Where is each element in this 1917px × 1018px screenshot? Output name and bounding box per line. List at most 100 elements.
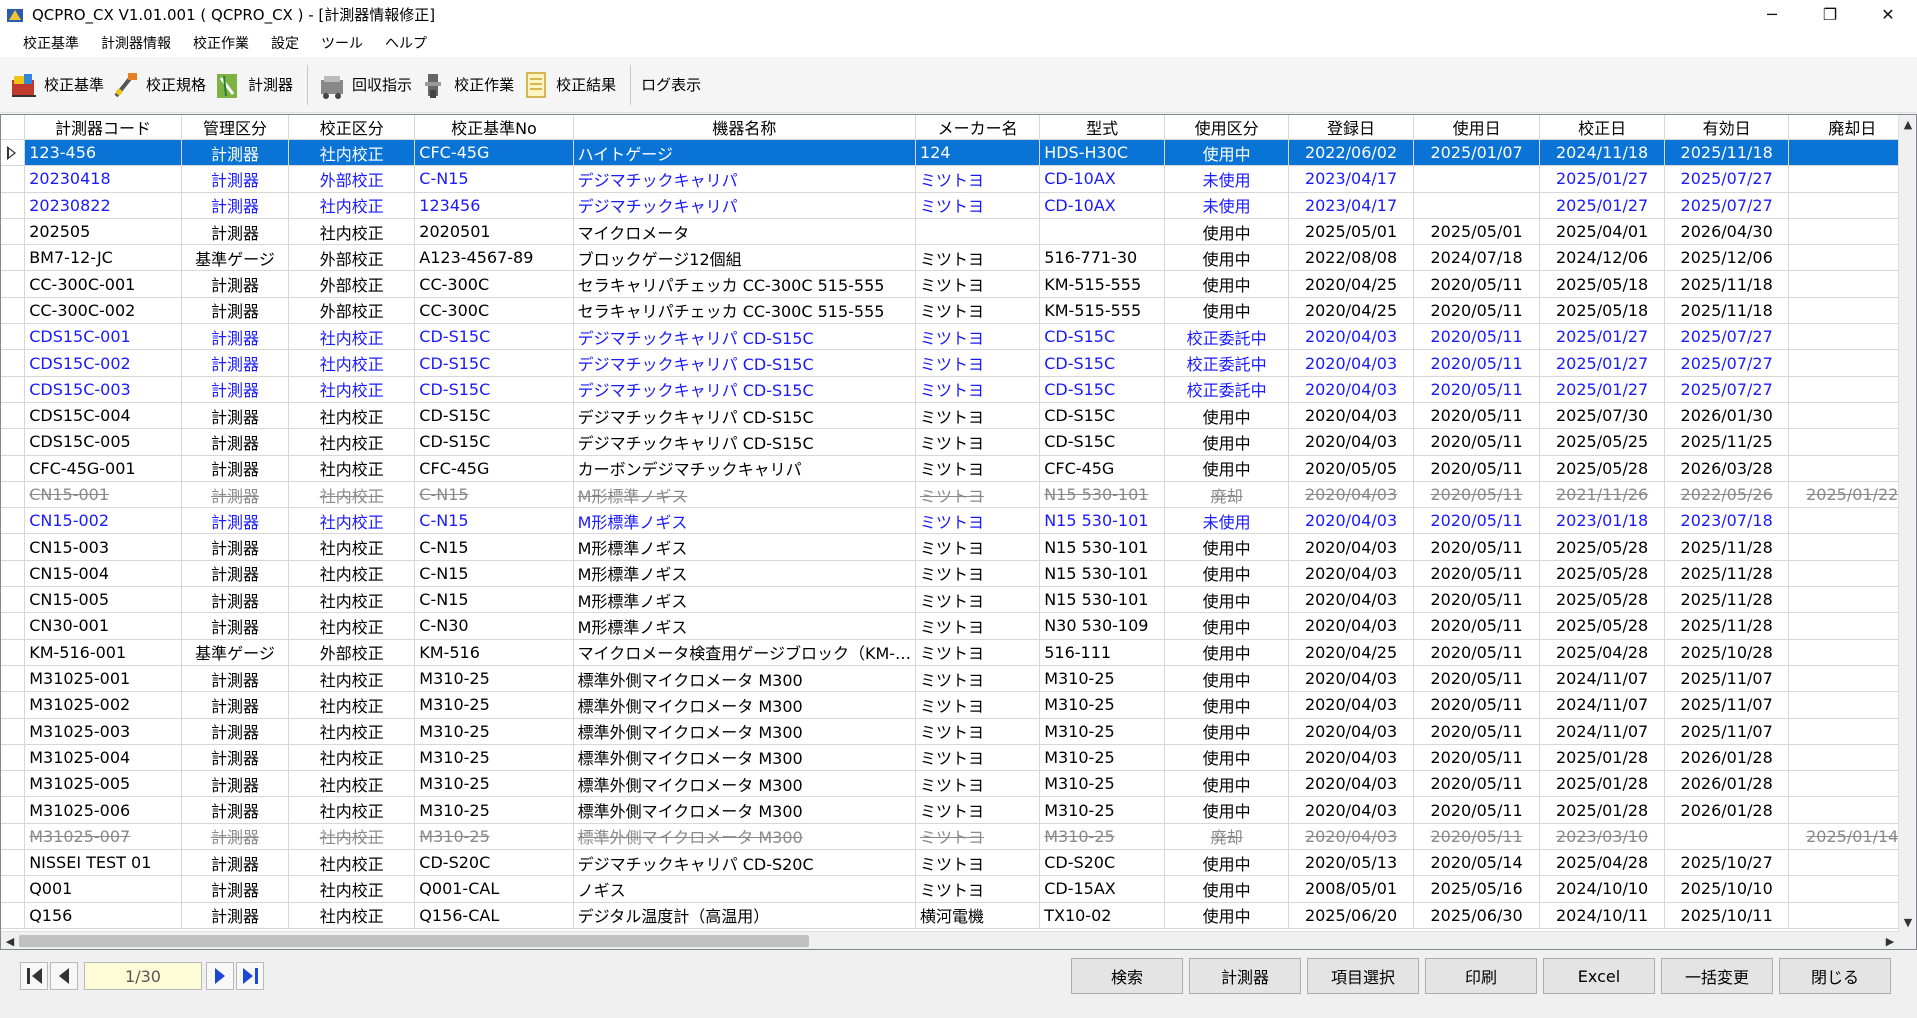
cell-disposal-date[interactable] <box>1788 849 1916 877</box>
cell-standard-no[interactable]: CFC-45G <box>414 139 574 167</box>
cell-expiry-date[interactable]: 2025/11/28 <box>1664 560 1790 588</box>
cell-model[interactable]: KM-515-555 <box>1039 270 1165 298</box>
cell-disposal-date[interactable] <box>1788 507 1916 535</box>
cell-disposal-date[interactable] <box>1788 770 1916 798</box>
cell-use-date[interactable]: 2020/05/11 <box>1413 507 1541 535</box>
cell-standard-no[interactable]: M310-25 <box>414 796 574 824</box>
cell-usage-status[interactable]: 使用中 <box>1164 139 1290 167</box>
cell-expiry-date[interactable]: 2025/07/27 <box>1664 376 1790 403</box>
cell-disposal-date[interactable]: 2025/01/22 <box>1788 481 1916 509</box>
cell-calibration-date[interactable]: 2025/01/27 <box>1539 323 1665 351</box>
cell-maker[interactable]: ミツトヨ <box>915 297 1041 325</box>
cell-use-date[interactable]: 2020/05/11 <box>1413 718 1541 745</box>
cell-model[interactable]: CD-S15C <box>1039 376 1165 403</box>
row-header[interactable] <box>1 376 26 403</box>
table-row[interactable]: CN15-002 計測器 社内校正 C-N15 M形標準ノギス ミツトヨ N15 530-1… <box>1 507 1916 535</box>
cell-expiry-date[interactable]: 2025/11/18 <box>1664 270 1790 298</box>
cell-calibration-date[interactable]: 2025/01/28 <box>1539 796 1665 824</box>
cell-device-name[interactable]: セラキャリパチェッカ CC-300C 515-555 <box>573 270 917 298</box>
cell-use-date[interactable]: 2020/05/11 <box>1413 428 1541 456</box>
cell-device-name[interactable]: ブロックゲージ12個組 <box>573 244 917 272</box>
cell-expiry-date[interactable]: 2025/11/07 <box>1664 665 1790 693</box>
cell-registered-date[interactable]: 2020/04/03 <box>1288 323 1414 351</box>
column-select-button[interactable]: 項目選択 <box>1307 958 1419 994</box>
row-header[interactable] <box>1 297 26 325</box>
cell-expiry-date[interactable]: 2025/11/28 <box>1664 586 1790 614</box>
cell-standard-no[interactable]: CD-S15C <box>414 402 574 430</box>
cell-disposal-date[interactable] <box>1788 796 1916 824</box>
row-header[interactable] <box>1 560 26 588</box>
row-header[interactable] <box>1 139 26 167</box>
instrument-button[interactable]: 計測器 <box>1189 958 1301 994</box>
cell-device-name[interactable]: M形標準ノギス <box>573 560 917 588</box>
cell-calibration-class[interactable]: 社内校正 <box>288 481 416 509</box>
cell-model[interactable]: CD-S15C <box>1039 323 1165 351</box>
cell-model[interactable]: CD-10AX <box>1039 192 1165 219</box>
cell-device-name[interactable]: M形標準ノギス <box>573 481 917 509</box>
menu-instrument-info[interactable]: 計測器情報 <box>90 29 182 57</box>
cell-standard-no[interactable]: C-N15 <box>414 507 574 535</box>
cell-calibration-date[interactable]: 2025/01/27 <box>1539 376 1665 403</box>
cell-model[interactable]: M310-25 <box>1039 691 1165 719</box>
cell-maker[interactable]: ミツトヨ <box>915 402 1041 430</box>
cell-calibration-date[interactable]: 2024/12/06 <box>1539 244 1665 272</box>
cell-expiry-date[interactable]: 2023/07/18 <box>1664 507 1790 535</box>
cell-device-name[interactable]: マイクロメータ <box>573 218 917 246</box>
cell-device-name[interactable]: M形標準ノギス <box>573 533 917 561</box>
table-row[interactable]: M31025-004 計測器 社内校正 M310-25 標準外側マイクロメータ M300… <box>1 744 1916 772</box>
cell-code[interactable]: CN30-001 <box>24 612 182 640</box>
cell-calibration-date[interactable]: 2025/01/28 <box>1539 744 1665 772</box>
cell-model[interactable]: HDS-H30C <box>1039 139 1165 167</box>
cell-calibration-date[interactable]: 2025/01/28 <box>1539 770 1665 798</box>
cell-disposal-date[interactable] <box>1788 665 1916 693</box>
cell-calibration-class[interactable]: 社内校正 <box>288 323 416 351</box>
cell-code[interactable]: M31025-001 <box>24 665 182 693</box>
cell-maker[interactable]: ミツトヨ <box>915 744 1041 772</box>
table-row[interactable]: CC-300C-001 計測器 外部校正 CC-300C セラキャリパチェッカ CC-3… <box>1 270 1916 298</box>
cell-device-name[interactable]: ノギス <box>573 875 917 903</box>
cell-calibration-date[interactable]: 2023/01/18 <box>1539 507 1665 535</box>
cell-management-class[interactable]: 計測器 <box>181 612 290 640</box>
cell-maker[interactable]: ミツトヨ <box>915 507 1041 535</box>
cell-registered-date[interactable]: 2025/05/01 <box>1288 218 1414 246</box>
cell-standard-no[interactable]: Q001-CAL <box>414 875 574 903</box>
cell-management-class[interactable]: 計測器 <box>181 455 290 482</box>
cell-standard-no[interactable]: CC-300C <box>414 270 574 298</box>
table-row[interactable]: M31025-003 計測器 社内校正 M310-25 標準外側マイクロメータ M300… <box>1 718 1916 745</box>
cell-maker[interactable]: 124 <box>915 139 1041 167</box>
next-page-button[interactable] <box>206 962 234 990</box>
row-header[interactable] <box>1 323 26 351</box>
cell-expiry-date[interactable]: 2025/10/28 <box>1664 639 1790 666</box>
cell-use-date[interactable]: 2020/05/11 <box>1413 639 1541 666</box>
table-row[interactable]: CN15-004 計測器 社内校正 C-N15 M形標準ノギス ミツトヨ N15 530-1… <box>1 560 1916 588</box>
cell-calibration-date[interactable]: 2025/05/28 <box>1539 560 1665 588</box>
column-header-disposal-date[interactable]: 廃却日 <box>1788 115 1916 140</box>
cell-registered-date[interactable]: 2020/04/03 <box>1288 796 1414 824</box>
cell-calibration-class[interactable]: 社内校正 <box>288 691 416 719</box>
cell-usage-status[interactable]: 使用中 <box>1164 586 1290 614</box>
cell-registered-date[interactable]: 2020/04/03 <box>1288 402 1414 430</box>
row-header[interactable] <box>1 770 26 798</box>
cell-usage-status[interactable]: 未使用 <box>1164 507 1290 535</box>
cell-disposal-date[interactable] <box>1788 902 1916 929</box>
cell-code[interactable]: M31025-003 <box>24 718 182 745</box>
cell-calibration-date[interactable]: 2025/05/28 <box>1539 612 1665 640</box>
cell-registered-date[interactable]: 2020/04/03 <box>1288 560 1414 588</box>
cell-use-date[interactable]: 2020/05/11 <box>1413 586 1541 614</box>
cell-device-name[interactable]: デジマチックキャリパ CD-S15C <box>573 428 917 456</box>
cell-usage-status[interactable]: 使用中 <box>1164 902 1290 929</box>
cell-usage-status[interactable]: 使用中 <box>1164 270 1290 298</box>
cell-calibration-date[interactable]: 2024/11/07 <box>1539 718 1665 745</box>
cell-model[interactable]: N15 530-101 <box>1039 533 1165 561</box>
row-header[interactable] <box>1 586 26 614</box>
cell-registered-date[interactable]: 2020/04/03 <box>1288 612 1414 640</box>
cell-registered-date[interactable]: 2020/04/03 <box>1288 718 1414 745</box>
cell-maker[interactable]: ミツトヨ <box>915 192 1041 219</box>
cell-device-name[interactable]: デジマチックキャリパ <box>573 192 917 219</box>
table-row[interactable]: Q156 計測器 社内校正 Q156-CAL デジタル温度計（高温用） 横河電機 TX10-… <box>1 902 1916 929</box>
cell-management-class[interactable]: 基準ゲージ <box>181 639 290 666</box>
cell-calibration-class[interactable]: 社内校正 <box>288 533 416 561</box>
cell-registered-date[interactable]: 2020/04/03 <box>1288 691 1414 719</box>
menu-settings[interactable]: 設定 <box>260 29 310 57</box>
row-header[interactable] <box>1 349 26 377</box>
